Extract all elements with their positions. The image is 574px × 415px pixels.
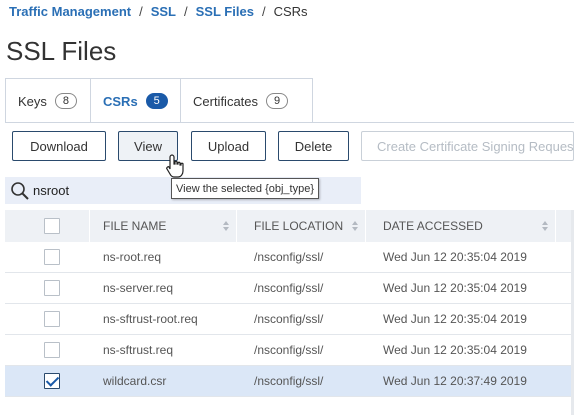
row-checkbox-cell: [5, 366, 90, 396]
file-location-cell: /nsconfig/ssl/: [254, 312, 324, 326]
breadcrumb-separator: /: [184, 4, 188, 19]
breadcrumb-traffic-management[interactable]: Traffic Management: [9, 4, 131, 19]
breadcrumb: Traffic Management / SSL / SSL Files / CSRs: [9, 4, 308, 19]
hand-pointer-icon: [166, 154, 184, 178]
tab-keys[interactable]: Keys 8: [6, 79, 91, 123]
tab-csrs-count-badge: 5: [145, 93, 168, 109]
file-location-cell: /nsconfig/ssl/: [254, 250, 324, 264]
file-name-cell: ns-root.req: [103, 250, 162, 264]
row-checkbox[interactable]: [44, 342, 60, 358]
column-header-label: FILE NAME: [103, 219, 167, 233]
file-name-cell: ns-server.req: [103, 281, 174, 295]
table-header: FILE NAME FILE LOCATION DATE ACCESSED: [5, 210, 574, 242]
sort-icon: [542, 221, 548, 231]
csr-table: FILE NAME FILE LOCATION DATE ACCESSED ns…: [5, 210, 574, 397]
table-row[interactable]: ns-root.req /nsconfig/ssl/ Wed Jun 12 20…: [5, 242, 574, 273]
tab-keys-count-badge: 8: [54, 93, 77, 109]
tab-csrs[interactable]: CSRs 5: [91, 79, 181, 124]
row-checkbox[interactable]: [44, 249, 60, 265]
row-checkbox[interactable]: [44, 280, 60, 296]
row-checkbox[interactable]: [44, 311, 60, 327]
row-checkbox-cell: [5, 273, 90, 303]
search-icon: [11, 181, 29, 200]
tab-divider: [5, 122, 574, 123]
file-location-cell: /nsconfig/ssl/: [254, 343, 324, 357]
create-csr-button[interactable]: Create Certificate Signing Request: [361, 131, 574, 161]
row-checkbox-cell: [5, 304, 90, 334]
sort-icon: [223, 221, 229, 231]
tab-keys-label: Keys: [18, 93, 47, 109]
column-header-file-name[interactable]: FILE NAME: [90, 210, 237, 242]
file-name-cell: wildcard.csr: [103, 374, 167, 388]
page-title: SSL Files: [6, 36, 117, 66]
tab-csrs-label: CSRs: [103, 93, 138, 109]
select-all-checkbox[interactable]: [44, 218, 60, 234]
row-checkbox-cell: [5, 335, 90, 365]
header-select-all-cell: [5, 210, 90, 242]
date-accessed-cell: Wed Jun 12 20:35:04 2019: [383, 312, 527, 326]
row-checkbox-checked[interactable]: [44, 373, 60, 389]
breadcrumb-separator: /: [139, 4, 143, 19]
delete-button[interactable]: Delete: [278, 131, 349, 161]
column-header-date-accessed[interactable]: DATE ACCESSED: [366, 210, 556, 242]
column-header-label: FILE LOCATION: [254, 219, 344, 233]
table-row[interactable]: ns-sftrust-root.req /nsconfig/ssl/ Wed J…: [5, 304, 574, 335]
breadcrumb-ssl[interactable]: SSL: [151, 4, 176, 19]
view-tooltip: View the selected {obj_type}: [171, 178, 320, 199]
sort-icon: [352, 221, 358, 231]
column-header-file-location[interactable]: FILE LOCATION: [237, 210, 366, 242]
breadcrumb-ssl-files[interactable]: SSL Files: [196, 4, 254, 19]
tab-bar: Keys 8 CSRs 5 Certificates 9: [5, 78, 313, 124]
table-row-selected[interactable]: wildcard.csr /nsconfig/ssl/ Wed Jun 12 2…: [5, 366, 574, 397]
tab-certificates-label: Certificates: [193, 93, 259, 109]
date-accessed-cell: Wed Jun 12 20:35:04 2019: [383, 343, 527, 357]
tab-certificates[interactable]: Certificates 9: [181, 79, 312, 123]
file-name-cell: ns-sftrust-root.req: [103, 312, 198, 326]
table-row[interactable]: ns-server.req /nsconfig/ssl/ Wed Jun 12 …: [5, 273, 574, 304]
date-accessed-cell: Wed Jun 12 20:35:04 2019: [383, 250, 527, 264]
upload-button[interactable]: Upload: [191, 131, 266, 161]
download-button[interactable]: Download: [12, 131, 106, 161]
breadcrumb-current: CSRs: [273, 4, 308, 19]
breadcrumb-separator: /: [261, 4, 266, 19]
file-location-cell: /nsconfig/ssl/: [254, 374, 324, 388]
file-location-cell: /nsconfig/ssl/: [254, 281, 324, 295]
date-accessed-cell: Wed Jun 12 20:35:04 2019: [383, 281, 527, 295]
table-row[interactable]: ns-sftrust.req /nsconfig/ssl/ Wed Jun 12…: [5, 335, 574, 366]
tab-certificates-count-badge: 9: [266, 93, 289, 109]
date-accessed-cell: Wed Jun 12 20:37:49 2019: [383, 374, 527, 388]
search-input[interactable]: nsroot: [33, 183, 69, 198]
column-header-label: DATE ACCESSED: [383, 219, 483, 233]
file-name-cell: ns-sftrust.req: [103, 343, 174, 357]
row-checkbox-cell: [5, 242, 90, 272]
